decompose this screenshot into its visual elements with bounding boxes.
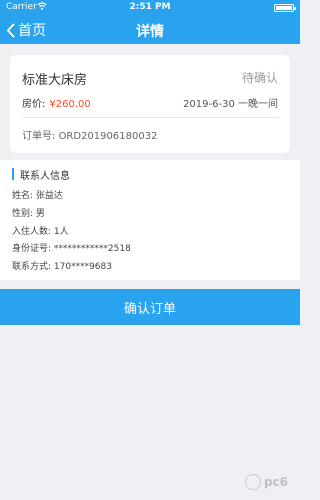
- price-value: ¥260.00: [49, 99, 91, 110]
- stay-info: 2019-6-30 一晚一间: [183, 99, 278, 110]
- divider: [22, 117, 278, 118]
- price-label: 房价:: [22, 99, 46, 110]
- status-badge: 待确认: [241, 71, 278, 85]
- contact-name: 姓名: 张益达: [12, 191, 63, 201]
- status-bar: Carrier 2:51 PM: [0, 0, 300, 16]
- page-title: 详情: [136, 24, 164, 40]
- order-number: ORD201906180032: [58, 131, 158, 142]
- contact-section: 联系人信息 姓名: 张益达 性别: 男 入住人数: 1人 身份证号: *****…: [0, 160, 300, 280]
- contact-gender: 性别: 男: [12, 209, 45, 219]
- room-name: 标准大床房: [22, 73, 88, 88]
- order-row: 订单号: ORD201906180032: [22, 127, 157, 142]
- room-card: 标准大床房 待确认 房价: ¥260.00 2019-6-30 一晚一间 订单号:…: [10, 55, 290, 153]
- watermark: pc6: [244, 474, 288, 490]
- section-accent-bar: [12, 168, 14, 180]
- contact-guests: 入住人数: 1人: [12, 227, 69, 237]
- status-time: 2:51 PM: [129, 2, 171, 12]
- watermark-text: pc6: [263, 475, 288, 489]
- battery-icon: [274, 4, 296, 12]
- contact-header: 联系人信息: [12, 167, 70, 182]
- contact-phone: 联系方式: 170****9683: [12, 262, 112, 272]
- contact-id-card: 身份证号: ************2518: [12, 244, 131, 254]
- watermark-logo-icon: [244, 474, 261, 490]
- nav-bar: 首页 详情: [0, 16, 300, 44]
- order-label: 订单号:: [22, 131, 56, 142]
- contact-title: 联系人信息: [20, 170, 70, 182]
- confirm-order-button[interactable]: 确认订单: [0, 289, 300, 325]
- price-row: 房价: ¥260.00: [22, 95, 91, 110]
